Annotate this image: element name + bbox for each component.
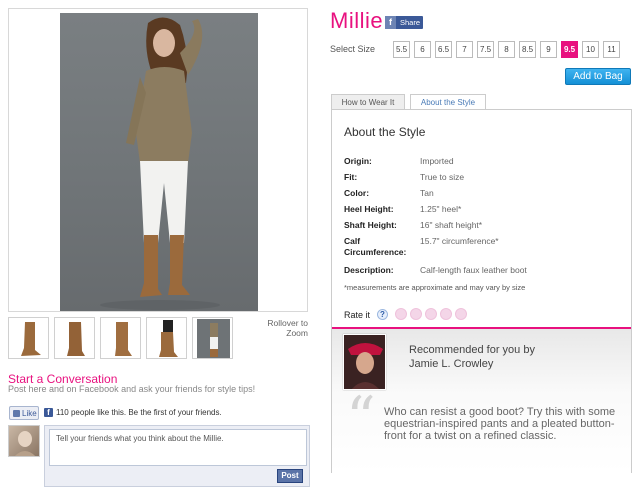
spec-label: Calf Circumference: (344, 236, 407, 257)
stylist-name: Jamie L. Crowley (409, 358, 494, 370)
spec-label: Description: (344, 265, 394, 275)
tab-about-the-style[interactable]: About the Style (410, 94, 486, 110)
size-option[interactable]: 11 (603, 41, 620, 58)
like-label: Like (22, 408, 37, 418)
thumbnail-model-view[interactable] (192, 317, 233, 359)
size-options: 5.5 6 6.5 7 7.5 8 8.5 9 9.5 10 11 (393, 41, 620, 58)
size-option[interactable]: 5.5 (393, 41, 410, 58)
spec-value: Tan (420, 188, 434, 198)
spec-label: Origin: (344, 156, 372, 166)
thumbnail-back-view[interactable] (100, 317, 141, 359)
recommendation-text: Who can resist a good boot? Try this wit… (384, 406, 616, 442)
conversation-subtitle: Post here and on Facebook and ask your f… (8, 384, 256, 394)
facebook-like-button[interactable]: Like (9, 406, 39, 420)
rating-star-1[interactable] (395, 308, 407, 320)
recommendation-section: Recommended for you by Jamie L. Crowley … (332, 327, 631, 473)
recommendation-line-1: Recommended for you by (409, 344, 535, 356)
size-option[interactable]: 6.5 (435, 41, 452, 58)
quote-icon: “ (346, 384, 376, 452)
rollover-line-1: Rollover to (267, 318, 308, 328)
tab-how-to-wear-it[interactable]: How to Wear It (331, 94, 405, 110)
thumbnail-side-view[interactable] (8, 317, 49, 359)
spec-value: Imported (420, 156, 454, 166)
size-option[interactable]: 10 (582, 41, 599, 58)
panel-heading: About the Style (344, 125, 426, 139)
recommendation-title: Recommended for you by Jamie L. Crowley (409, 343, 535, 371)
rating-star-5[interactable] (455, 308, 467, 320)
spec-label: Color: (344, 188, 370, 198)
size-selector-label: Select Size (330, 44, 376, 54)
facebook-icon: f (44, 408, 53, 417)
add-to-bag-button[interactable]: Add to Bag (565, 68, 631, 85)
post-button[interactable]: Post (277, 469, 303, 483)
measurement-note: *measurements are approximate and may va… (344, 283, 526, 292)
rollover-zoom-hint: Rollover to Zoom (252, 318, 308, 338)
size-option[interactable]: 9 (540, 41, 557, 58)
rate-it-label: Rate it (344, 310, 371, 320)
stylist-avatar (343, 334, 386, 390)
thumbnail-strip (8, 317, 233, 359)
size-option[interactable]: 8.5 (519, 41, 536, 58)
size-option-selected[interactable]: 9.5 (561, 41, 578, 58)
about-style-panel: About the Style Origin: Imported Fit: Tr… (331, 109, 632, 473)
spec-value: 1.25" heel* (420, 204, 462, 214)
rollover-line-2: Zoom (286, 328, 308, 338)
thumbs-up-icon (13, 409, 20, 417)
help-icon[interactable]: ? (377, 309, 388, 320)
spec-value: Calf-length faux leather boot (420, 265, 527, 275)
user-avatar (8, 425, 40, 457)
spec-value: True to size (420, 172, 465, 182)
thumbnail-front-view[interactable] (54, 317, 95, 359)
thumbnail-worn-view[interactable] (146, 317, 187, 359)
comment-area: Tell your friends what you think about t… (44, 425, 310, 487)
size-option[interactable]: 8 (498, 41, 515, 58)
size-option[interactable]: 6 (414, 41, 431, 58)
spec-label: Heel Height: (344, 204, 394, 214)
rating-star-4[interactable] (440, 308, 452, 320)
spec-label: Shaft Height: (344, 220, 397, 230)
main-product-photo[interactable] (8, 8, 308, 312)
rating-star-2[interactable] (410, 308, 422, 320)
share-label: Share (400, 18, 421, 27)
model-image[interactable] (60, 13, 258, 311)
like-count-text: 110 people like this. Be the first of yo… (56, 408, 222, 417)
size-option[interactable]: 7 (456, 41, 473, 58)
facebook-share-button[interactable]: f Share (385, 16, 423, 29)
spec-label: Fit: (344, 172, 358, 182)
comment-input[interactable]: Tell your friends what you think about t… (49, 429, 307, 466)
star-rating (395, 308, 467, 320)
facebook-f-icon: f (385, 16, 396, 29)
spec-value: 16" shaft height* (420, 220, 483, 230)
spec-value: 15.7" circumference* (420, 236, 499, 246)
rating-star-3[interactable] (425, 308, 437, 320)
size-option[interactable]: 7.5 (477, 41, 494, 58)
product-title: Millie (330, 8, 384, 33)
